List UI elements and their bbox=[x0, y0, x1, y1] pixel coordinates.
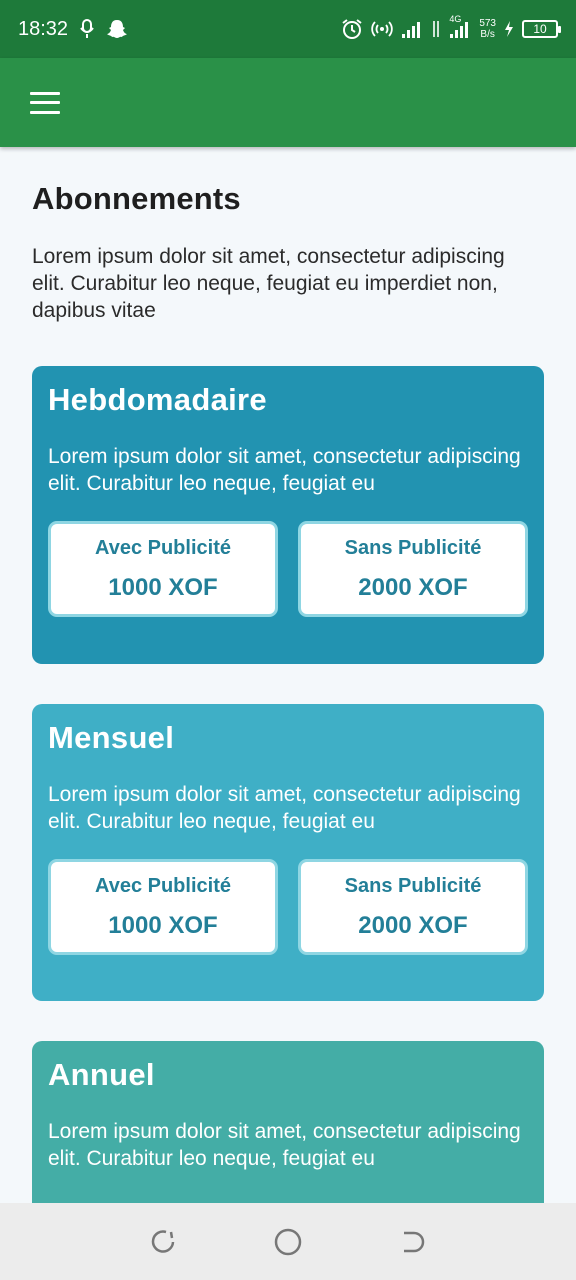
plan-title: Hebdomadaire bbox=[48, 382, 267, 417]
plan-card-mensuel: Mensuel Lorem ipsum dolor sit amet, cons… bbox=[32, 704, 544, 1001]
back-icon[interactable] bbox=[393, 1222, 433, 1262]
charging-icon bbox=[504, 21, 514, 37]
plan-options: Avec Publicité 1000 XOF Sans Publicité 2… bbox=[48, 859, 528, 955]
option-without-ads-button[interactable]: Sans Publicité 2000 XOF bbox=[298, 859, 528, 955]
page-title: Abonnements bbox=[32, 181, 241, 216]
plan-description: Lorem ipsum dolor sit amet, consectetur … bbox=[48, 1120, 521, 1170]
net-speed: 573 B/s bbox=[479, 18, 496, 40]
option-with-ads-button[interactable]: Avec Publicité 1000 XOF bbox=[48, 521, 278, 617]
plan-title: Annuel bbox=[48, 1057, 155, 1092]
snapchat-icon bbox=[106, 18, 128, 40]
option-price: 1000 XOF bbox=[108, 911, 218, 939]
status-time: 18:32 bbox=[18, 17, 69, 40]
option-label: Sans Publicité bbox=[344, 874, 482, 897]
plan-options: Avec Publicité 1000 XOF Sans Publicité 2… bbox=[48, 521, 528, 617]
option-with-ads-button[interactable]: Avec Publicité 1000 XOF bbox=[48, 859, 278, 955]
plan-description: Lorem ipsum dolor sit amet, consectetur … bbox=[48, 445, 521, 495]
plan-card-hebdomadaire: Hebdomadaire Lorem ipsum dolor sit amet,… bbox=[32, 366, 544, 664]
plan-description: Lorem ipsum dolor sit amet, consectetur … bbox=[48, 783, 521, 833]
page-description: Lorem ipsum dolor sit amet, consectetur … bbox=[32, 245, 505, 322]
main-content: Abonnements Lorem ipsum dolor sit amet, … bbox=[0, 147, 576, 1203]
home-icon[interactable] bbox=[268, 1222, 308, 1262]
hamburger-menu-icon[interactable] bbox=[30, 91, 60, 114]
option-label: Avec Publicité bbox=[95, 536, 231, 559]
status-bar: 18:32 4G 573 B/s 10 bbox=[0, 0, 576, 58]
recents-icon[interactable] bbox=[143, 1222, 183, 1262]
data-transfer-icon bbox=[431, 19, 441, 39]
system-nav-bar bbox=[0, 1203, 576, 1280]
alarm-icon bbox=[341, 18, 363, 40]
plan-card-annuel: Annuel Lorem ipsum dolor sit amet, conse… bbox=[32, 1041, 544, 1203]
option-price: 2000 XOF bbox=[358, 911, 468, 939]
signal-4g-icon: 4G bbox=[449, 14, 471, 38]
microphone-icon bbox=[80, 19, 94, 39]
option-without-ads-button[interactable]: Sans Publicité 2000 XOF bbox=[298, 521, 528, 617]
signal-icon bbox=[401, 20, 423, 38]
option-label: Sans Publicité bbox=[344, 536, 482, 559]
option-price: 2000 XOF bbox=[358, 573, 468, 601]
option-price: 1000 XOF bbox=[108, 573, 218, 601]
plan-title: Mensuel bbox=[48, 720, 175, 755]
battery-icon: 10 bbox=[522, 20, 561, 38]
hotspot-icon bbox=[371, 20, 394, 38]
app-bar bbox=[0, 58, 576, 147]
option-label: Avec Publicité bbox=[95, 874, 231, 897]
